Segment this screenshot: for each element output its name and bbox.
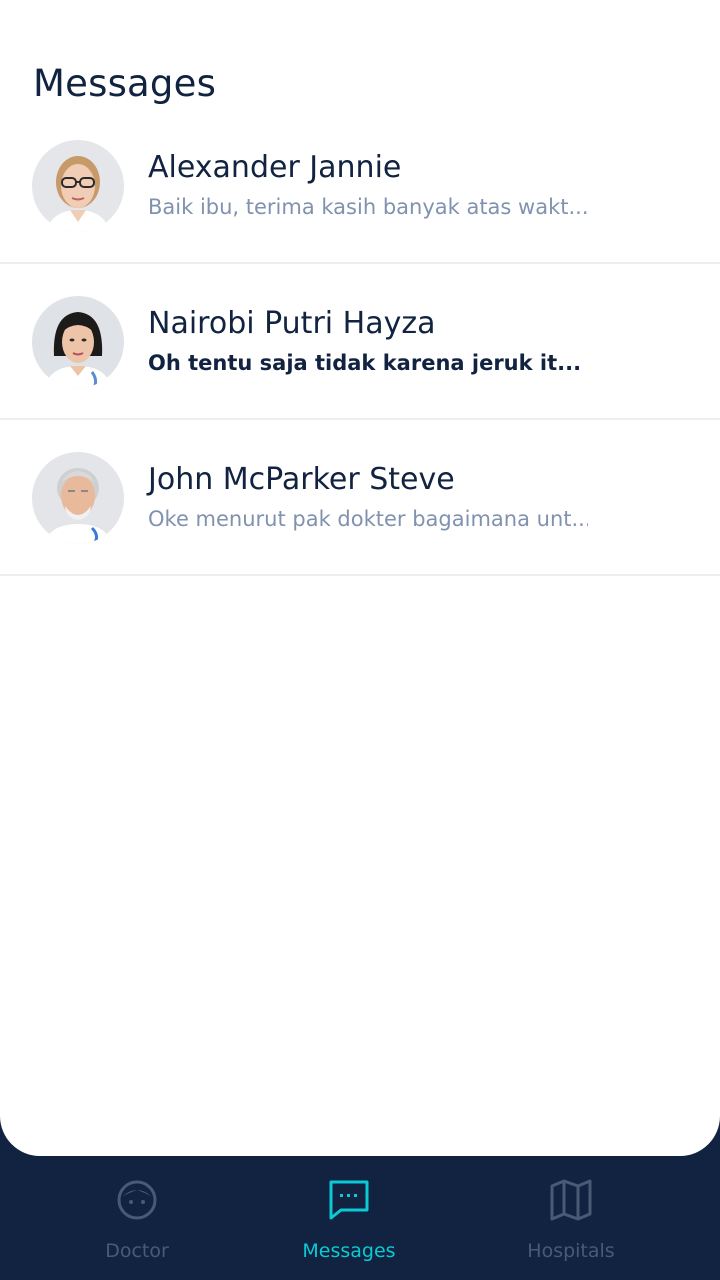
messages-screen: Messages Alexander Jannie Baik ibu, teri… — [0, 0, 720, 1280]
map-icon — [550, 1179, 592, 1221]
page-title: Messages — [33, 62, 217, 105]
tab-hospitals[interactable]: Hospitals — [481, 1156, 661, 1280]
tab-messages[interactable]: Messages — [259, 1156, 439, 1280]
message-preview: Oke menurut pak dokter bagaimana unt... — [148, 507, 588, 531]
tab-doctor[interactable]: Doctor — [47, 1156, 227, 1280]
tab-label: Hospitals — [527, 1240, 615, 1262]
message-item[interactable]: Nairobi Putri Hayza Oh tentu saja tidak … — [0, 264, 720, 420]
message-item[interactable]: John McParker Steve Oke menurut pak dokt… — [0, 420, 720, 576]
message-preview: Baik ibu, terima kasih banyak atas wakt.… — [148, 195, 588, 219]
avatar — [32, 452, 124, 544]
message-preview: Oh tentu saja tidak karena jeruk it... — [148, 351, 582, 375]
bottom-navigation: Doctor Messages Hospitals — [0, 1156, 720, 1280]
avatar — [32, 140, 124, 232]
contact-name: John McParker Steve — [148, 462, 455, 497]
message-list: Alexander Jannie Baik ibu, terima kasih … — [0, 108, 720, 576]
chat-bubble-icon — [329, 1180, 369, 1220]
tab-label: Messages — [302, 1240, 396, 1262]
content-area: Messages Alexander Jannie Baik ibu, teri… — [0, 0, 720, 1156]
contact-name: Alexander Jannie — [148, 150, 402, 185]
tab-label: Doctor — [105, 1240, 169, 1262]
avatar — [32, 296, 124, 388]
contact-name: Nairobi Putri Hayza — [148, 306, 436, 341]
doctor-face-icon — [117, 1180, 157, 1220]
message-item[interactable]: Alexander Jannie Baik ibu, terima kasih … — [0, 108, 720, 264]
